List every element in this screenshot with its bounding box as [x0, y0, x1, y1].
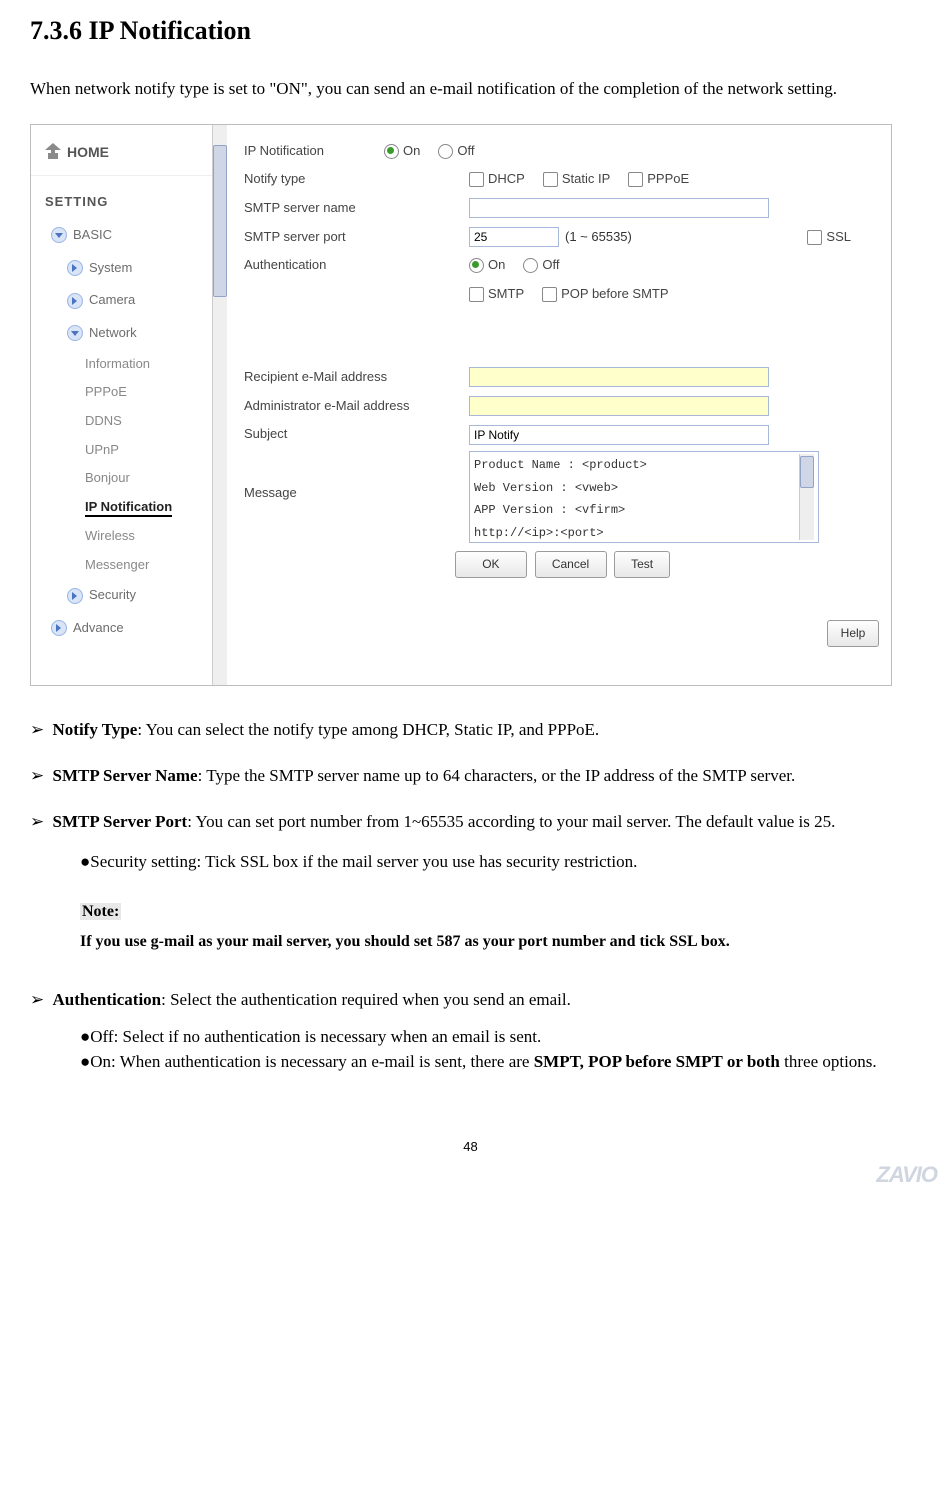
bullet-smtp-name: ➢ SMTP Server Name: Type the SMTP server… — [30, 760, 911, 792]
config-screenshot: HOME SETTING BASIC System Camera Network… — [30, 124, 892, 686]
chk-staticip[interactable] — [543, 172, 558, 187]
chevron-right-icon — [67, 588, 83, 604]
radio-auth-on-label: On — [488, 253, 505, 278]
sidebar-sub-information[interactable]: Information — [31, 350, 213, 379]
admin-input[interactable] — [469, 396, 769, 416]
intro-paragraph: When network notify type is set to "ON",… — [30, 73, 911, 105]
sidebar-sub-bonjour[interactable]: Bonjour — [31, 464, 213, 493]
recipient-label: Recipient e-Mail address — [244, 365, 469, 390]
sidebar-item-advance[interactable]: Advance — [31, 612, 213, 645]
notify-type-label: Notify type — [244, 167, 469, 192]
page-number: 48 — [30, 1135, 911, 1160]
chk-staticip-label: Static IP — [562, 167, 610, 192]
sidebar-item-basic[interactable]: BASIC — [31, 219, 213, 252]
scroll-thumb[interactable] — [800, 456, 814, 488]
auth-label: Authentication — [244, 253, 469, 278]
sub-bullet-security: ●Security setting: Tick SSL box if the m… — [80, 846, 911, 878]
smtp-name-label: SMTP server name — [244, 196, 469, 221]
sidebar-item-label: System — [89, 256, 132, 281]
chevron-right-icon — [67, 293, 83, 309]
smtp-port-input[interactable] — [469, 227, 559, 247]
sidebar-sub-messenger[interactable]: Messenger — [31, 551, 213, 580]
sidebar-item-system[interactable]: System — [31, 252, 213, 285]
sidebar: HOME SETTING BASIC System Camera Network… — [31, 125, 214, 685]
sidebar-sub-wireless[interactable]: Wireless — [31, 522, 213, 551]
sidebar-item-label: Network — [89, 321, 137, 346]
note-body: If you use g-mail as your mail server, y… — [80, 933, 730, 950]
smtp-name-input[interactable] — [469, 198, 769, 218]
message-text: Product Name : <product> Web Version : <… — [474, 454, 799, 540]
ok-button[interactable]: OK — [455, 551, 527, 578]
chk-dhcp[interactable] — [469, 172, 484, 187]
chk-pppoe-label: PPPoE — [647, 167, 689, 192]
bullet-notify-type: ➢ Notify Type: You can select the notify… — [30, 714, 911, 746]
message-label: Message — [244, 451, 469, 506]
test-button[interactable]: Test — [614, 551, 670, 578]
chk-pop[interactable] — [542, 287, 557, 302]
button-row: OK Cancel Test — [244, 551, 881, 578]
chk-smtp[interactable] — [469, 287, 484, 302]
brand-watermark: ZAVIO — [876, 1154, 937, 1196]
home-label: HOME — [67, 139, 109, 166]
sidebar-item-label: BASIC — [73, 223, 112, 248]
sidebar-sub-ipnotification[interactable]: IP Notification — [31, 493, 213, 522]
chevron-down-icon — [51, 227, 67, 243]
chk-pppoe[interactable] — [628, 172, 643, 187]
chk-smtp-label: SMTP — [488, 282, 524, 307]
recipient-input[interactable] — [469, 367, 769, 387]
chevron-right-icon — [51, 620, 67, 636]
subject-label: Subject — [244, 422, 469, 447]
sidebar-item-security[interactable]: Security — [31, 579, 213, 612]
sidebar-sub-upnp[interactable]: UPnP — [31, 436, 213, 465]
help-button[interactable]: Help — [827, 620, 879, 647]
sidebar-home[interactable]: HOME — [31, 133, 213, 177]
smtp-port-label: SMTP server port — [244, 225, 469, 250]
chk-pop-label: POP before SMTP — [561, 282, 668, 307]
note-label: Note: — [80, 903, 121, 920]
radio-auth-on[interactable] — [469, 258, 484, 273]
sub-bullet-auth-on: ●On: When authentication is necessary an… — [80, 1049, 911, 1075]
sidebar-item-label: Advance — [73, 616, 124, 641]
subject-input[interactable] — [469, 425, 769, 445]
section-heading: 7.3.6 IP Notification — [30, 6, 911, 55]
sidebar-setting-header: SETTING — [31, 176, 213, 219]
message-textarea[interactable]: Product Name : <product> Web Version : <… — [469, 451, 819, 543]
admin-label: Administrator e-Mail address — [244, 394, 469, 419]
sidebar-sub-ddns[interactable]: DDNS — [31, 407, 213, 436]
sub-bullet-auth-off: ●Off: Select if no authentication is nec… — [80, 1024, 911, 1050]
chk-dhcp-label: DHCP — [488, 167, 525, 192]
textarea-scrollbar[interactable] — [799, 454, 814, 540]
radio-off[interactable] — [438, 144, 453, 159]
port-range: (1 ~ 65535) — [565, 225, 632, 250]
chk-ssl-label: SSL — [826, 225, 851, 250]
form-panel: IP Notification On Off Notify type DHCP … — [214, 125, 891, 685]
bullet-smtp-port: ➢ SMTP Server Port: You can set port num… — [30, 806, 911, 838]
bullet-authentication: ➢ Authentication: Select the authenticat… — [30, 984, 911, 1016]
sidebar-item-label: Security — [89, 583, 136, 608]
home-icon — [45, 145, 61, 159]
note-box: Note: If you use g-mail as your mail ser… — [80, 897, 911, 958]
ip-notification-label: IP Notification — [244, 139, 384, 164]
radio-on[interactable] — [384, 144, 399, 159]
radio-auth-off[interactable] — [523, 258, 538, 273]
sidebar-sub-pppoe[interactable]: PPPoE — [31, 378, 213, 407]
radio-off-label: Off — [457, 139, 474, 164]
cancel-button[interactable]: Cancel — [535, 551, 607, 578]
radio-on-label: On — [403, 139, 420, 164]
chevron-down-icon — [67, 325, 83, 341]
sidebar-item-label: Camera — [89, 288, 135, 313]
chk-ssl[interactable] — [807, 230, 822, 245]
sidebar-item-network[interactable]: Network — [31, 317, 213, 350]
chevron-right-icon — [67, 260, 83, 276]
sidebar-item-camera[interactable]: Camera — [31, 284, 213, 317]
radio-auth-off-label: Off — [542, 253, 559, 278]
